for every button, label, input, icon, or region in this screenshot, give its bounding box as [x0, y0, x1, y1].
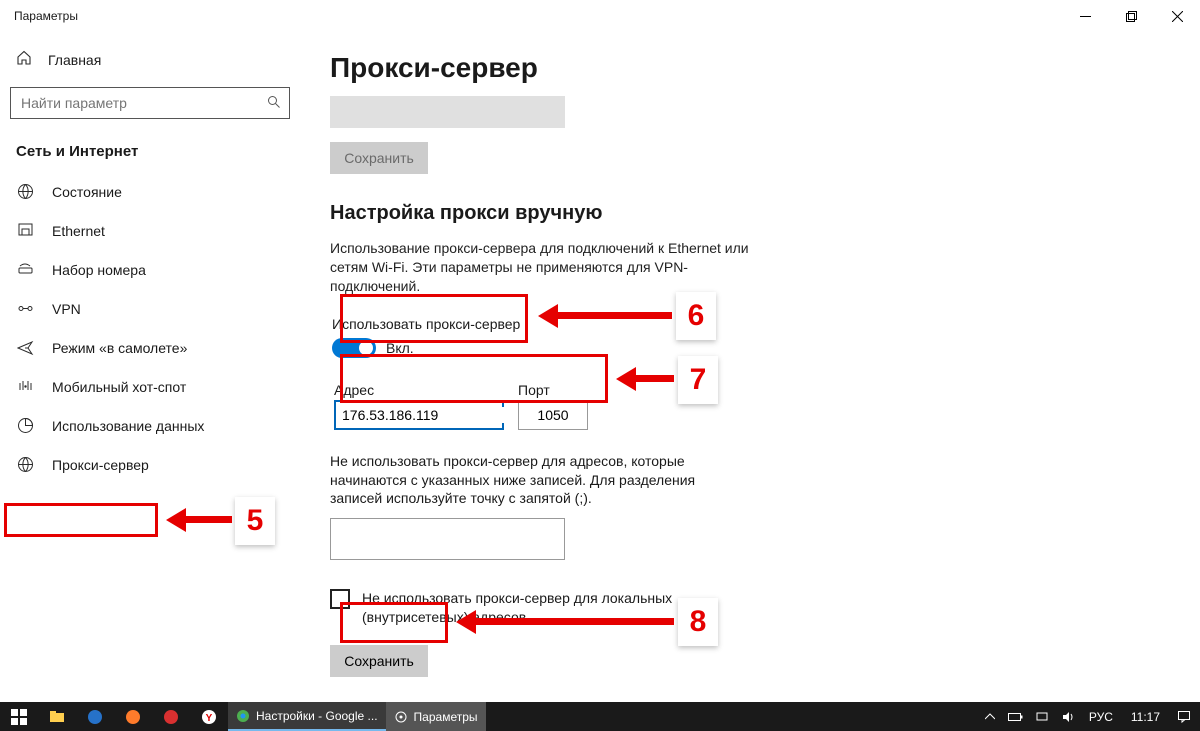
port-input[interactable]: [518, 400, 588, 430]
close-button[interactable]: [1154, 0, 1200, 32]
badge-6: 6: [676, 292, 716, 340]
home-label: Главная: [48, 52, 101, 68]
toggle-state-label: Вкл.: [386, 340, 414, 356]
nav-hotspot[interactable]: Мобильный хот-спот: [0, 367, 300, 406]
badge-5: 5: [235, 497, 275, 545]
manual-proxy-title: Настройка прокси вручную: [330, 202, 1170, 225]
clock[interactable]: 11:17: [1123, 710, 1168, 724]
bypass-input[interactable]: [330, 518, 565, 560]
firefox-icon[interactable]: [114, 702, 152, 731]
edge-icon[interactable]: [76, 702, 114, 731]
taskbar-app-settings[interactable]: Параметры: [386, 702, 486, 731]
nav-vpn[interactable]: VPN: [0, 289, 300, 328]
nav-label: Прокси-сервер: [52, 457, 149, 473]
home-link[interactable]: Главная: [0, 40, 300, 79]
home-icon: [16, 50, 32, 69]
use-proxy-toggle-group: Использовать прокси-сервер Вкл.: [330, 314, 526, 364]
window-controls: [1062, 0, 1200, 32]
badge-7: 7: [678, 356, 718, 404]
dialup-icon: [16, 261, 34, 278]
data-usage-icon: [16, 417, 34, 434]
tray-up-icon[interactable]: [979, 702, 1001, 731]
bypass-description: Не использовать прокси-сервер для адресо…: [330, 452, 750, 509]
network-tray-icon[interactable]: [1031, 702, 1053, 731]
nav-label: Мобильный хот-спот: [52, 379, 186, 395]
nav-label: Состояние: [52, 184, 122, 200]
nav-label: Ethernet: [52, 223, 105, 239]
use-proxy-label: Использовать прокси-сервер: [332, 316, 520, 332]
port-label: Порт: [518, 382, 588, 398]
nav-label: VPN: [52, 301, 81, 317]
badge-8: 8: [678, 598, 718, 646]
svg-text:Y: Y: [206, 713, 213, 724]
address-input-wrapper: ✕: [334, 400, 504, 430]
nav-status[interactable]: Состояние: [0, 172, 300, 211]
taskbar-app-label: Параметры: [414, 710, 478, 724]
nav-airplane[interactable]: Режим «в самолете»: [0, 328, 300, 367]
opera-icon[interactable]: [152, 702, 190, 731]
proxy-icon: [16, 456, 34, 473]
battery-icon[interactable]: [1005, 702, 1027, 731]
minimize-button[interactable]: [1062, 0, 1108, 32]
nav-label: Режим «в самолете»: [52, 340, 187, 356]
address-label: Адрес: [334, 382, 504, 398]
status-icon: [16, 183, 34, 200]
nav-ethernet[interactable]: Ethernet: [0, 211, 300, 250]
nav-proxy[interactable]: Прокси-сервер: [0, 445, 300, 484]
explorer-icon[interactable]: [38, 702, 76, 731]
search-input[interactable]: [10, 87, 290, 119]
nav-label: Набор номера: [52, 262, 146, 278]
vpn-icon: [16, 300, 34, 317]
volume-icon[interactable]: [1057, 702, 1079, 731]
address-port-row: Адрес ✕ Порт: [330, 378, 1170, 434]
taskbar-app-label: Настройки - Google ...: [256, 709, 378, 723]
use-proxy-toggle[interactable]: [332, 338, 376, 358]
save-button-disabled: Сохранить: [330, 142, 428, 174]
airplane-icon: [16, 339, 34, 356]
address-input[interactable]: [336, 407, 529, 423]
window-title: Параметры: [14, 9, 78, 23]
search-icon: [259, 95, 289, 112]
manual-proxy-description: Использование прокси-сервера для подключ…: [330, 239, 750, 296]
hotspot-icon: [16, 378, 34, 395]
save-button[interactable]: Сохранить: [330, 645, 428, 677]
yandex-icon[interactable]: Y: [190, 702, 228, 731]
main-content: Прокси-сервер Сохранить Настройка прокси…: [300, 32, 1200, 702]
disabled-script-input: [330, 96, 565, 128]
page-title: Прокси-сервер: [330, 52, 1170, 84]
local-bypass-checkbox[interactable]: [330, 589, 350, 609]
sidebar: Главная Сеть и Интернет Состояние Ethern…: [0, 32, 300, 702]
ethernet-icon: [16, 222, 34, 239]
nav-data-usage[interactable]: Использование данных: [0, 406, 300, 445]
language-indicator[interactable]: РУС: [1083, 710, 1119, 724]
section-header: Сеть и Интернет: [0, 137, 300, 172]
start-button[interactable]: [0, 702, 38, 731]
taskbar-app-chrome[interactable]: Настройки - Google ...: [228, 702, 386, 731]
search-field[interactable]: [11, 95, 259, 111]
notification-icon[interactable]: [1172, 702, 1196, 731]
taskbar: Y Настройки - Google ... Параметры РУС 1…: [0, 702, 1200, 731]
nav-label: Использование данных: [52, 418, 204, 434]
nav-dialup[interactable]: Набор номера: [0, 250, 300, 289]
maximize-button[interactable]: [1108, 0, 1154, 32]
titlebar: Параметры: [0, 0, 1200, 32]
